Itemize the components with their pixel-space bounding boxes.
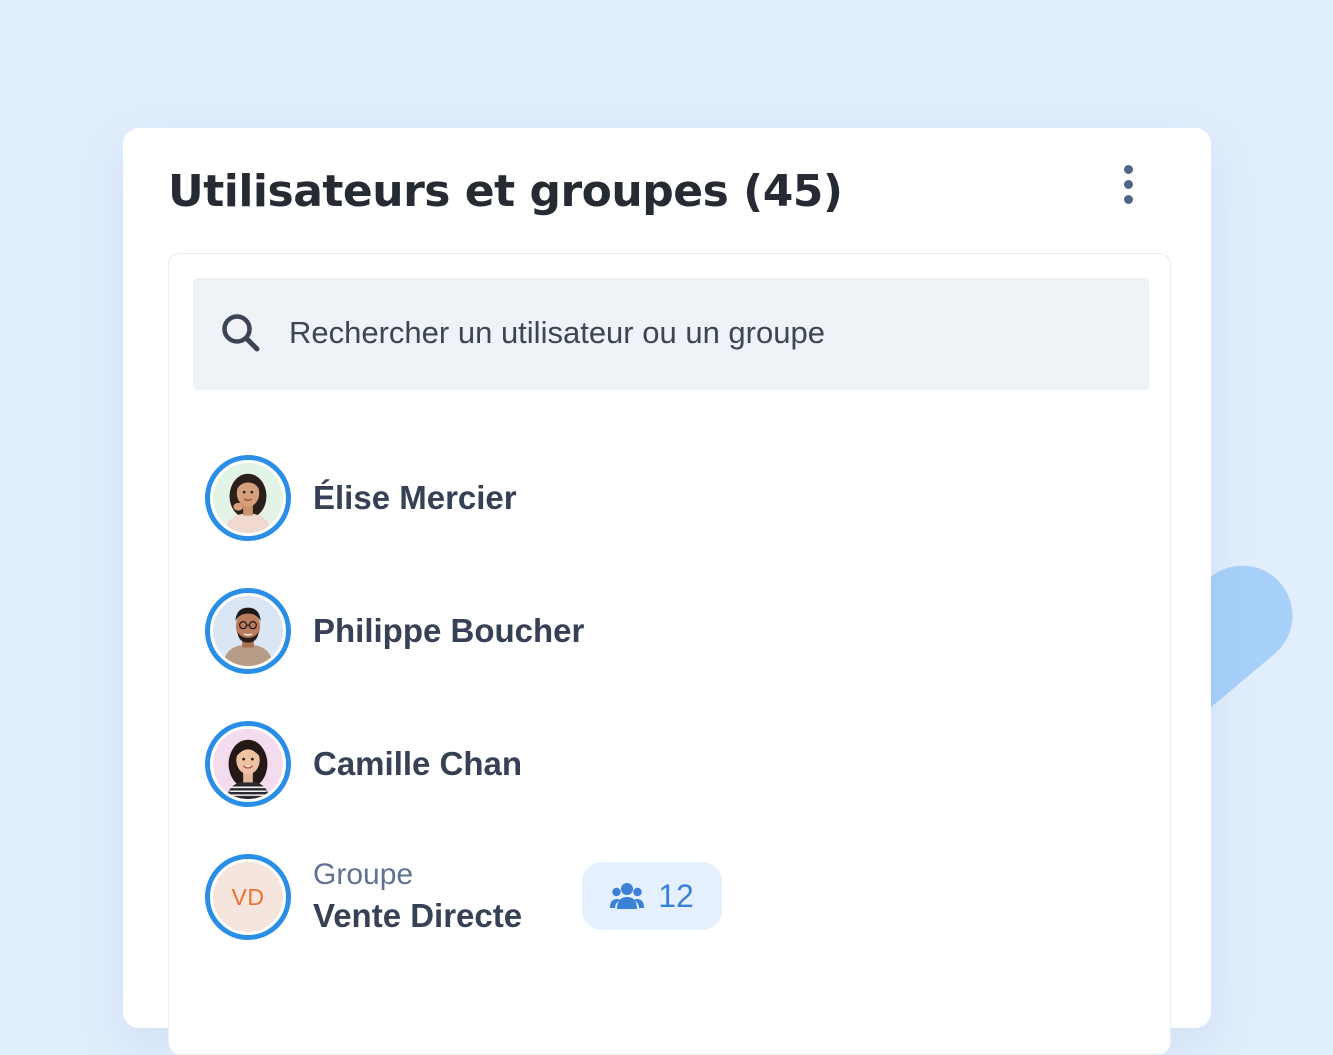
- group-member-count-badge[interactable]: 12: [582, 862, 722, 930]
- search-bar[interactable]: [193, 278, 1149, 390]
- more-options-button[interactable]: [1116, 162, 1140, 206]
- user-photo-icon: [213, 729, 283, 799]
- member-count: 12: [658, 877, 694, 914]
- page-title: Utilisateurs et groupes (45): [168, 166, 843, 217]
- users-groups-card: Utilisateurs et groupes (45) Rechercher …: [123, 128, 1211, 1055]
- group-avatar: VD: [205, 854, 291, 940]
- search-icon: [222, 314, 260, 352]
- avatar: [205, 721, 291, 807]
- group-name: Vente Directe: [313, 897, 523, 934]
- vertical-dots-icon: [1123, 164, 1133, 174]
- list-item-elise-mercier[interactable]: Élise Mercier: [205, 450, 517, 546]
- user-photo-icon: [213, 596, 283, 666]
- user-name: Philippe Boucher: [313, 612, 585, 649]
- list-item-group-vente-directe[interactable]: VD Groupe Vente Directe: [205, 849, 522, 945]
- avatar: [205, 455, 291, 541]
- group-text: Groupe Vente Directe: [313, 856, 522, 938]
- user-photo-icon: [213, 463, 283, 533]
- group-initials: VD: [231, 883, 265, 910]
- user-name: Élise Mercier: [313, 479, 517, 516]
- list-item-camille-chan[interactable]: Camille Chan: [205, 716, 522, 812]
- group-type-label: Groupe: [313, 858, 414, 891]
- users-groups-panel: Élise Mercier: [168, 253, 1171, 1055]
- users-icon: [610, 883, 645, 909]
- avatar: [205, 588, 291, 674]
- user-name: Camille Chan: [313, 745, 523, 782]
- list-item-philippe-boucher[interactable]: Philippe Boucher: [205, 583, 584, 679]
- search-input[interactable]: [289, 308, 1109, 358]
